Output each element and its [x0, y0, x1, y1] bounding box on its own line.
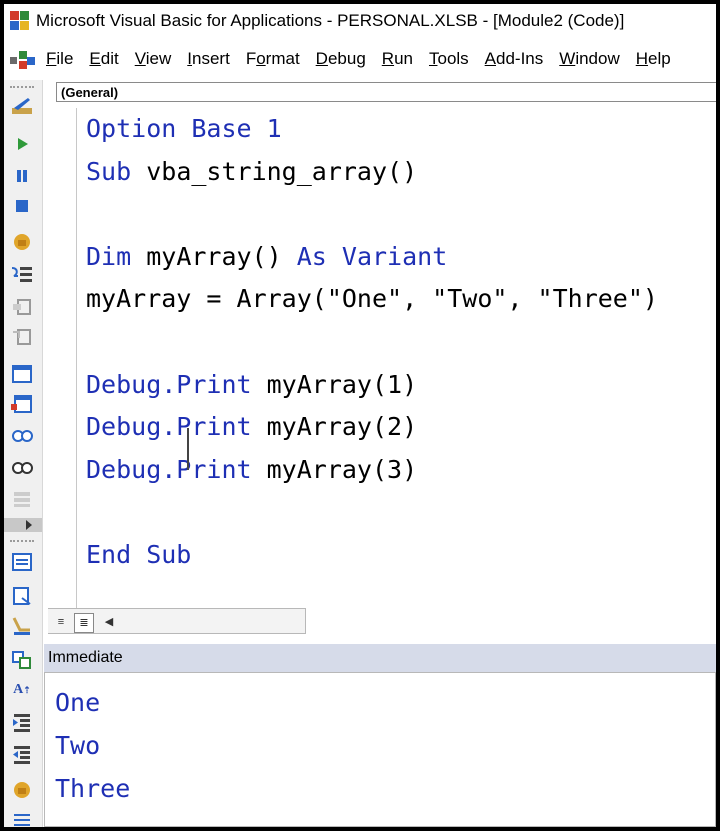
outdent-icon[interactable] [10, 742, 34, 766]
list-icon[interactable] [10, 808, 34, 827]
code-text: myArray(1) [266, 369, 418, 399]
menu-debug[interactable]: Debug [316, 49, 366, 69]
menu-tools[interactable]: Tools [429, 49, 469, 69]
code-keyword: Debug.Print [86, 412, 267, 442]
toggle-breakpoint-icon[interactable] [10, 230, 34, 254]
code-line[interactable]: Debug.Print myArray(3) [86, 449, 706, 492]
toolbar-grip[interactable] [10, 86, 34, 90]
code-editor[interactable]: Option Base 1 Sub vba_string_array() Dim m… [86, 108, 706, 577]
code-line[interactable] [86, 321, 706, 364]
userform-icon[interactable] [10, 362, 34, 386]
watch-icon[interactable] [10, 424, 34, 448]
code-text: myArray = Array("One", "Two", "Three") [86, 284, 658, 314]
run-icon[interactable] [10, 132, 34, 156]
menu-edit[interactable]: Edit [89, 49, 118, 69]
menu-insert[interactable]: Insert [187, 49, 230, 69]
code-keyword: Debug.Print [86, 369, 267, 399]
break-icon[interactable] [10, 164, 34, 188]
code-text: vba_string_array() [146, 156, 418, 186]
procedure-view-icon[interactable]: ≡ [52, 613, 70, 631]
code-line[interactable]: Option Base 1 [86, 108, 706, 151]
insert-module-icon[interactable] [10, 584, 34, 608]
code-keyword: End Sub [86, 539, 192, 569]
quick-watch-icon[interactable] [10, 456, 34, 480]
menu-bar: File Edit View Insert Format Debug Run Tools Add… [4, 44, 716, 74]
immediate-window[interactable]: One Two Three [44, 672, 716, 827]
window-title: Microsoft Visual Basic for Applications … [36, 11, 625, 30]
code-line[interactable]: End Sub [86, 534, 706, 577]
code-line[interactable]: Sub vba_string_array() [86, 151, 706, 194]
scroll-left-icon[interactable]: ◀ [100, 613, 118, 631]
menu-file[interactable]: File [46, 49, 73, 69]
code-line[interactable]: myArray = Array("One", "Two", "Three") [86, 278, 706, 321]
title-bar: Microsoft Visual Basic for Applications … [4, 4, 716, 38]
full-module-view-icon[interactable]: ≣ [74, 613, 94, 633]
code-text: myArray(3) [266, 454, 418, 484]
menu-format[interactable]: Format [246, 49, 300, 69]
userform-close-icon[interactable] [10, 392, 34, 416]
toolbar-expand-icon[interactable] [4, 518, 42, 532]
font-size-icon[interactable]: A⇡ [10, 678, 34, 702]
immediate-output-line: Three [55, 774, 131, 803]
menu-run[interactable]: Run [382, 49, 413, 69]
step-over-icon[interactable] [10, 294, 34, 318]
menu-add-ins[interactable]: Add-Ins [485, 49, 544, 69]
call-stack-icon[interactable] [10, 486, 34, 510]
immediate-output-line: One [55, 688, 101, 717]
step-out-icon[interactable] [10, 324, 34, 348]
code-line[interactable]: Debug.Print myArray(2) [86, 406, 706, 449]
view-toggle-bar: ≡ ≣ ◀ [48, 608, 306, 634]
code-line[interactable] [86, 491, 706, 534]
code-pane[interactable]: Option Base 1 Sub vba_string_array() Dim m… [44, 108, 716, 608]
code-margin-indicator-bar[interactable] [44, 108, 77, 608]
hand-icon[interactable] [10, 778, 34, 802]
code-line[interactable] [86, 193, 706, 236]
immediate-output-line: Two [55, 731, 101, 760]
code-text: myArray() [146, 241, 297, 271]
code-keyword: Debug.Print [86, 454, 267, 484]
code-line[interactable]: Dim myArray() As Variant [86, 236, 706, 279]
indent-icon[interactable] [10, 710, 34, 734]
design-mode-icon[interactable] [10, 94, 34, 118]
menu-window[interactable]: Window [559, 49, 619, 69]
find-replace-icon[interactable] [10, 648, 34, 672]
text-cursor [187, 428, 189, 470]
immediate-window-title: Immediate [44, 644, 716, 672]
object-dropdown[interactable]: (General) [56, 82, 716, 102]
code-keyword: Option Base 1 [86, 114, 282, 143]
code-keyword: Sub [86, 156, 147, 186]
object-browser-icon[interactable] [10, 550, 34, 574]
code-keyword: Dim [86, 241, 147, 271]
code-text: myArray(2) [266, 412, 418, 442]
code-keyword: As Variant [296, 241, 448, 271]
toolbar-grip-2[interactable] [10, 540, 34, 544]
debug-toolbar: A⇡ [4, 80, 43, 827]
vba-app-icon [10, 11, 30, 31]
step-into-icon[interactable] [10, 262, 34, 286]
menu-view[interactable]: View [135, 49, 172, 69]
reset-icon[interactable] [10, 194, 34, 218]
vba-editor-window: Microsoft Visual Basic for Applications … [4, 4, 716, 827]
menu-help[interactable]: Help [636, 49, 671, 69]
code-line[interactable]: Debug.Print myArray(1) [86, 364, 706, 407]
run-to-cursor-icon[interactable] [10, 614, 34, 638]
vba-menu-logo-icon[interactable] [8, 47, 46, 71]
immediate-output: One Two Three [55, 681, 130, 810]
